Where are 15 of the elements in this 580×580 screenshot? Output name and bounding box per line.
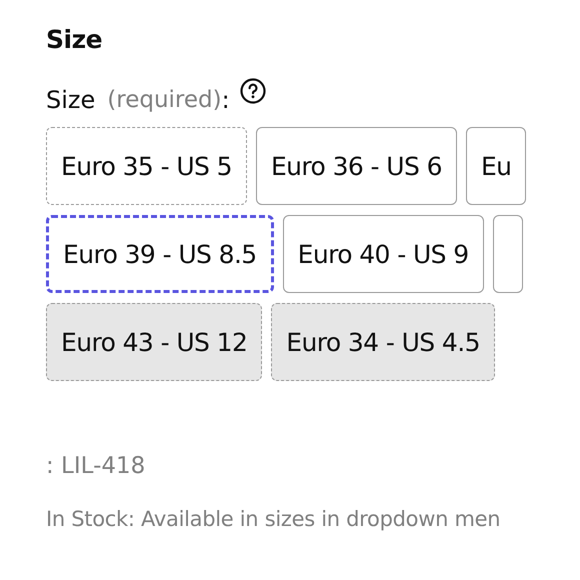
size-option[interactable]: Eu bbox=[466, 127, 526, 205]
field-label: Size bbox=[46, 85, 96, 116]
size-option[interactable]: Euro 40 - US 9 bbox=[282, 215, 484, 293]
label-colon: : bbox=[222, 85, 230, 116]
size-option[interactable]: Euro 34 - US 4.5 bbox=[271, 303, 495, 381]
sku-text: : LIL-418 bbox=[46, 452, 146, 481]
size-option[interactable]: Euro 35 - US 5 bbox=[46, 127, 247, 205]
size-option[interactable] bbox=[492, 215, 523, 293]
section-heading: Size bbox=[46, 24, 104, 56]
size-option[interactable]: Euro 39 - US 8.5 bbox=[46, 215, 274, 293]
stock-note: In Stock: Available in sizes in dropdown men bbox=[46, 507, 502, 531]
required-hint: (required) bbox=[107, 86, 222, 115]
size-option[interactable]: Euro 43 - US 12 bbox=[46, 303, 262, 381]
size-option[interactable]: Euro 36 - US 6 bbox=[256, 127, 457, 205]
help-icon[interactable] bbox=[240, 78, 266, 104]
